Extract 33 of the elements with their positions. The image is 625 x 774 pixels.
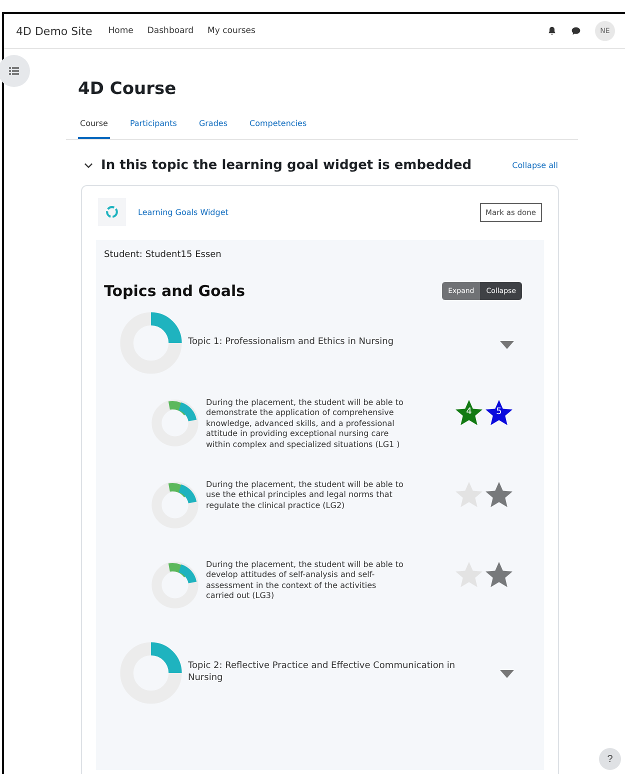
help-button[interactable]: ? <box>599 748 621 770</box>
widget-heading: Topics and Goals <box>104 282 246 300</box>
course-tab[interactable]: Course <box>78 115 110 139</box>
star-number: 5 <box>495 407 503 417</box>
progress-ring-icon <box>150 480 200 530</box>
menu-button[interactable] <box>0 55 30 87</box>
section-title: In this topic the learning goal widget is embedded <box>101 158 473 173</box>
course-tab[interactable]: Competencies <box>248 115 309 139</box>
nav-link[interactable]: Dashboard <box>147 26 194 36</box>
activity-link[interactable]: Learning Goals Widget <box>138 208 468 216</box>
activity-icon <box>98 198 126 226</box>
progress-ring-icon <box>118 310 184 376</box>
bell-icon[interactable] <box>547 26 557 36</box>
goal-text: During the placement, the student will be able to develop attitudes of self-analysis and self-assessment in the context of the activities carried out (LG3) <box>206 560 404 602</box>
progress-ring-icon <box>150 398 200 448</box>
topic-title: Topic 2: Reflective Practice and Effective Communication in Nursing <box>188 661 456 685</box>
list-icon <box>9 67 19 75</box>
chevron-icon[interactable] <box>84 161 93 170</box>
goal-text: During the placement, the student will be able to use the ethical principles and legal norms that regulate the clinical practice (LG2) <box>206 480 404 512</box>
nav-link[interactable]: My courses <box>208 26 256 36</box>
star-number: 4 <box>465 407 473 417</box>
progress-ring-icon <box>118 640 184 706</box>
site-name[interactable]: 4D Demo Site <box>16 24 92 38</box>
progress-ring-icon <box>150 560 200 610</box>
nav-link[interactable]: Home <box>108 26 134 36</box>
course-tab[interactable]: Grades <box>196 115 230 139</box>
topic-title: Topic 1: Professionalism and Ethics in Nursing <box>188 337 395 349</box>
chat-icon[interactable] <box>571 26 581 36</box>
student-name: Student: Student15 Essen <box>104 250 222 260</box>
collapse-all-link[interactable]: Collapse all <box>512 161 558 170</box>
course-tab[interactable]: Participants <box>128 115 179 139</box>
goal-text: During the placement, the student will be able to demonstrate the application of comprehensive knowledge, advanced skills, and a professional attitude in providing exceptional nursing care within complex and specialized situations (LG1 ) <box>206 398 404 450</box>
course-title: 4D Course <box>78 79 178 99</box>
